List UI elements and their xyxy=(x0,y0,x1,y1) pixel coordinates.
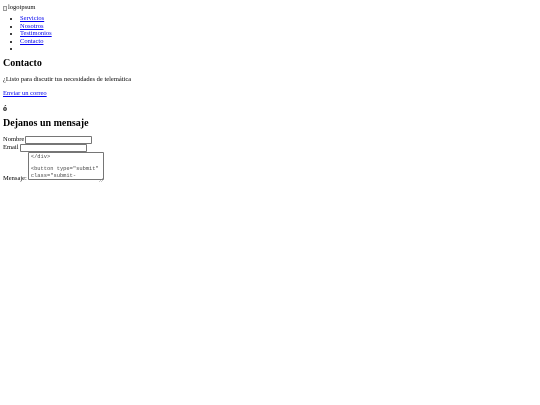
nav-link-contacto[interactable]: Contacto xyxy=(20,38,43,45)
or-separator: ó xyxy=(3,103,7,113)
name-field[interactable] xyxy=(25,135,93,144)
nav-item-empty xyxy=(20,45,533,53)
resize-grip-icon[interactable] xyxy=(98,177,103,182)
name-label: Nombre xyxy=(3,135,25,143)
email-label: Email xyxy=(3,143,19,151)
email-link-paragraph: Enviar un correo xyxy=(3,90,533,98)
email-field[interactable] xyxy=(19,143,87,152)
message-form-heading: Dejanos un mensaje xyxy=(3,117,89,129)
nav-item-contacto: Contacto xyxy=(20,38,533,46)
nav-item-nosotros: Nosotros xyxy=(20,23,533,31)
contact-heading: Contacto xyxy=(3,57,42,69)
message-field[interactable]: </div> <button type="submit" class="subm… xyxy=(27,151,104,180)
page-root: logoipsum Servicios Nosotros Testimonios… xyxy=(3,4,533,183)
message-field-wrapper: </div> <button type="submit" class="subm… xyxy=(27,151,104,183)
email-row: Email xyxy=(3,143,533,152)
send-email-link[interactable]: Enviar un correo xyxy=(3,90,47,97)
main-nav: Servicios Nosotros Testimonios Contacto xyxy=(3,15,533,53)
message-row: Mensaje: </div> <button type="submit" cl… xyxy=(3,151,533,183)
nav-link-nosotros[interactable]: Nosotros xyxy=(20,23,43,30)
logo-alt-text: logoipsum xyxy=(8,4,36,11)
nav-link-servicios[interactable]: Servicios xyxy=(20,15,44,22)
nav-link-testimonios[interactable]: Testimonios xyxy=(20,30,52,37)
contact-lead-text: ¿Listo para discutir tus necesidades de … xyxy=(3,75,132,83)
name-row: Nombre xyxy=(3,135,533,144)
broken-image-icon xyxy=(3,5,7,11)
nav-item-testimonios: Testimonios xyxy=(20,30,533,38)
contact-form: Nombre Email Mensaje: </div> <button typ… xyxy=(3,135,533,183)
logo[interactable]: logoipsum xyxy=(3,4,533,12)
message-label: Mensaje: xyxy=(3,174,27,182)
nav-item-servicios: Servicios xyxy=(20,15,533,23)
